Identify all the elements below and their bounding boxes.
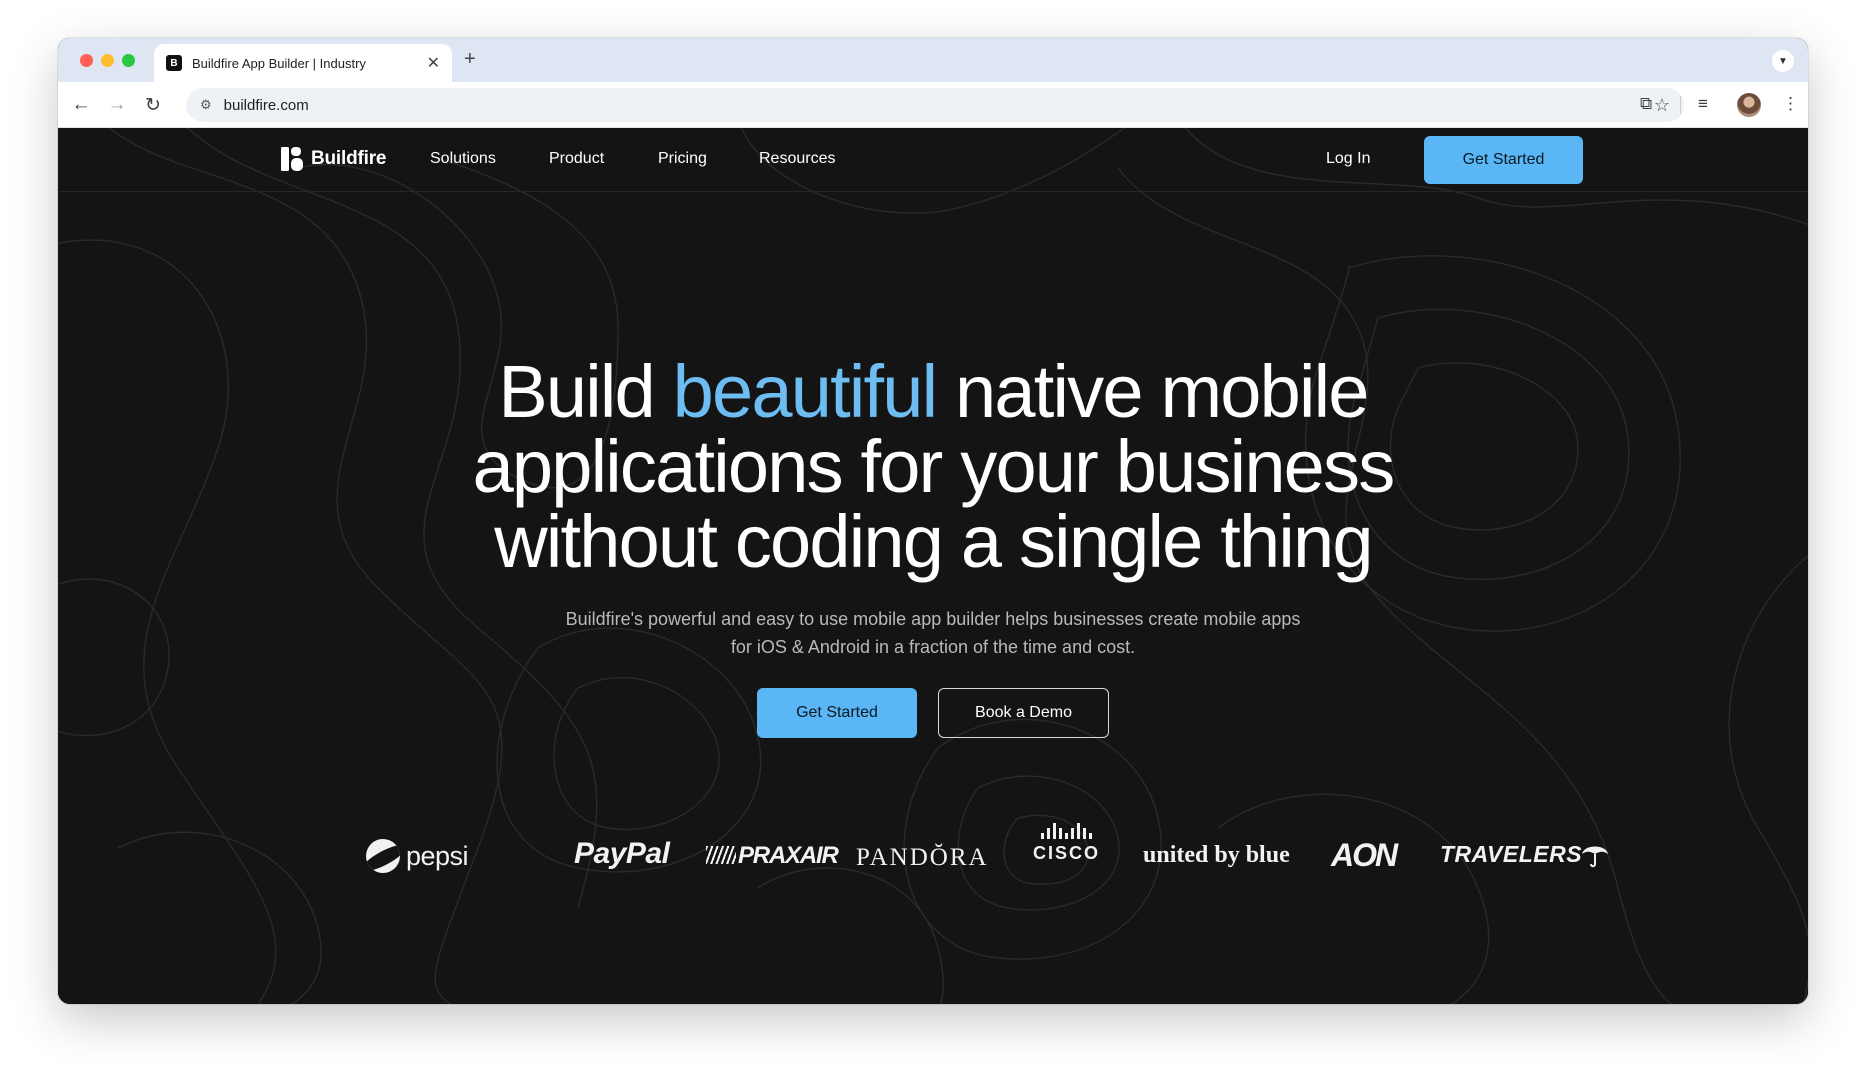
minimize-window-button[interactable] (101, 54, 114, 67)
forward-arrow-icon[interactable]: → (106, 94, 128, 116)
toolbar-divider (1680, 96, 1681, 114)
site-info-icon[interactable]: ⚙ (200, 97, 212, 113)
browser-window: B Buildfire App Builder | Industry ✕ + ▼… (58, 38, 1808, 1004)
back-arrow-icon[interactable]: ← (70, 94, 92, 116)
cisco-bars-icon (1041, 821, 1092, 839)
close-tab-icon[interactable]: ✕ (427, 53, 440, 73)
travelers-umbrella-icon (1582, 846, 1609, 868)
paypal-logo: PayPal (574, 837, 670, 870)
travelers-logo: TRAVELERS (1440, 840, 1610, 868)
browser-toolbar: ← → ↻ ⚙ buildfire.com ☆ ⧉ ≡ ⋮ (58, 82, 1808, 128)
pandora-logo: PANDŎRA (856, 844, 989, 871)
extensions-puzzle-icon[interactable]: ⧉ (1640, 94, 1652, 114)
reading-list-icon[interactable]: ≡ (1698, 94, 1708, 114)
reload-icon[interactable]: ↻ (142, 94, 164, 116)
tab-strip: B Buildfire App Builder | Industry ✕ + ▼ (58, 38, 1808, 82)
pepsi-logo: pepsi (366, 839, 469, 873)
praxair-stripes-icon (706, 846, 736, 864)
maximize-window-button[interactable] (122, 54, 135, 67)
client-logos: pepsi PayPal PRAXAIR PANDŎRA CISCO unite… (58, 128, 1808, 1004)
buildfire-favicon-icon: B (166, 55, 182, 71)
tab-buildfire[interactable]: B Buildfire App Builder | Industry ✕ (154, 44, 452, 82)
new-tab-icon[interactable]: + (464, 48, 476, 71)
tab-search-chevron-icon[interactable]: ▼ (1772, 50, 1794, 72)
website-viewport: Buildfire Solutions Product Pricing Reso… (58, 128, 1808, 1004)
bookmark-star-icon[interactable]: ☆ (1654, 95, 1670, 116)
address-bar[interactable]: ⚙ buildfire.com ☆ (186, 88, 1684, 122)
praxair-logo: PRAXAIR (706, 842, 839, 870)
cisco-logo: CISCO (1033, 821, 1100, 864)
browser-menu-icon[interactable]: ⋮ (1782, 94, 1799, 114)
united-by-blue-logo: united by blue (1143, 842, 1290, 868)
close-window-button[interactable] (80, 54, 93, 67)
pepsi-globe-icon (366, 839, 400, 873)
profile-avatar[interactable] (1737, 93, 1761, 117)
aon-logo: AON (1331, 837, 1398, 873)
tab-title: Buildfire App Builder | Industry (192, 55, 366, 71)
url-text: buildfire.com (223, 96, 309, 114)
